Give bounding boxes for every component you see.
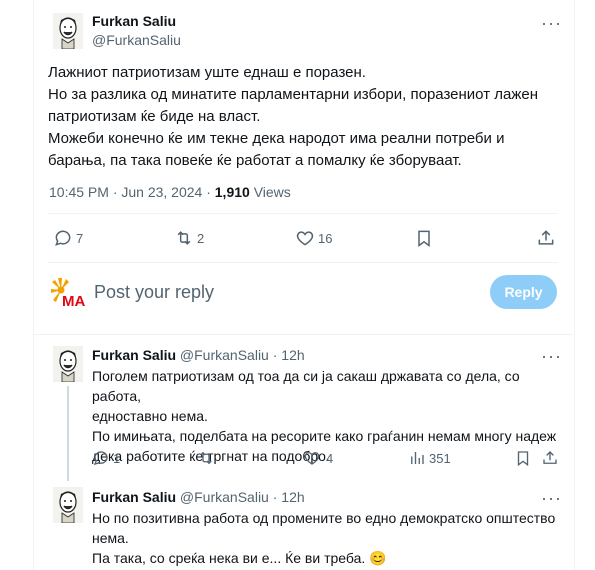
author-avatar[interactable]: [53, 13, 83, 49]
more-icon[interactable]: ···: [541, 347, 562, 365]
like-action[interactable]: 4: [303, 449, 333, 467]
retweet-icon: [200, 451, 212, 465]
reply-author-handle[interactable]: @FurkanSaliu: [180, 489, 269, 505]
reply-author-handle[interactable]: @FurkanSaliu: [180, 347, 269, 363]
bookmark-action[interactable]: [514, 449, 532, 467]
like-count: 4: [326, 450, 334, 466]
divider: [48, 262, 558, 263]
reply-line: Но по позитивна работа од промените во е…: [92, 510, 556, 526]
views-action[interactable]: 351: [408, 449, 451, 467]
author-handle[interactable]: @FurkanSaliu: [92, 32, 181, 48]
retweet-icon: [177, 231, 191, 245]
retweet-action[interactable]: 2: [174, 228, 204, 248]
reply-line: Па така, со среќа нека ви е... Ќе ви тре…: [92, 550, 387, 566]
divider: [48, 213, 558, 214]
composer-avatar: MA: [49, 276, 85, 310]
tweet-meta: 10:45 PM · Jun 23, 2024 · 1,910 Views: [49, 184, 291, 200]
like-count: 16: [318, 230, 333, 246]
author-name[interactable]: Furkan Saliu: [92, 13, 176, 29]
share-action[interactable]: [536, 228, 556, 248]
tweet-timestamp[interactable]: 10:45 PM · Jun 23, 2024 ·: [49, 184, 215, 200]
tweet-text: Лажниот патриотизам уште еднаш е поразен…: [48, 62, 568, 172]
reply-author-name[interactable]: Furkan Saliu: [92, 347, 176, 363]
like-action[interactable]: 16: [295, 228, 332, 248]
reply-action[interactable]: 1: [92, 449, 120, 467]
tweet-line: Лажниот патриотизам уште еднаш е поразен…: [48, 64, 366, 81]
share-icon: [538, 230, 554, 245]
reply-action[interactable]: 7: [53, 228, 83, 248]
reply-avatar[interactable]: [53, 487, 83, 523]
reply-avatar[interactable]: [53, 346, 83, 382]
composer-avatar-text: MA: [62, 293, 85, 308]
views-count: 1,910: [214, 184, 250, 200]
reply-text: Но по позитивна работа од промените во е…: [92, 508, 562, 568]
more-icon[interactable]: ···: [541, 489, 562, 507]
reply-count: 1: [113, 450, 121, 466]
share-icon: [543, 451, 557, 464]
retweet-action[interactable]: [197, 449, 215, 467]
reply-line: едноставно нема.: [92, 408, 208, 424]
tweet-line: патриотизам ќе биде на власт.: [48, 108, 261, 125]
reply-header: Furkan Saliu @FurkanSaliu · 12h: [92, 489, 305, 505]
speech-bubble-icon: [55, 230, 71, 246]
reply-line: По имињата, поделбата на ресорите како г…: [92, 428, 557, 444]
bookmark-icon: [418, 230, 430, 247]
bar-chart-icon: [411, 452, 424, 464]
heart-icon: [296, 231, 314, 246]
reply-header: Furkan Saliu @FurkanSaliu · 12h: [92, 347, 305, 363]
divider: [34, 334, 573, 335]
views-label: Views: [249, 184, 291, 200]
reply-input[interactable]: Post your reply: [94, 282, 214, 303]
bookmark-action[interactable]: [414, 228, 434, 248]
share-action[interactable]: [541, 449, 559, 467]
reply-author-name[interactable]: Furkan Saliu: [92, 489, 176, 505]
reply-time[interactable]: · 12h: [273, 489, 305, 505]
bookmark-icon: [517, 451, 529, 467]
tweet-line: барања, па така повеќе ќе работат а пома…: [48, 152, 462, 169]
retweet-count: 2: [197, 230, 205, 246]
reply-time[interactable]: · 12h: [273, 347, 305, 363]
speech-bubble-icon: [93, 451, 108, 466]
heart-icon: [304, 452, 320, 465]
reply-line: Поголем патриотизам од тоа да си ја сака…: [92, 368, 520, 404]
reply-count: 7: [76, 230, 84, 246]
reply-line: нема.: [92, 530, 129, 546]
more-icon[interactable]: ···: [541, 14, 562, 32]
tweet-line: Но за разлика од минатите парламентарни …: [48, 86, 538, 103]
reply-button[interactable]: Reply: [490, 275, 557, 309]
thread-line: [67, 386, 69, 481]
views-count: 351: [429, 450, 451, 466]
tweet-line: Можеби конечно ќе им текне дека народот …: [48, 130, 505, 147]
